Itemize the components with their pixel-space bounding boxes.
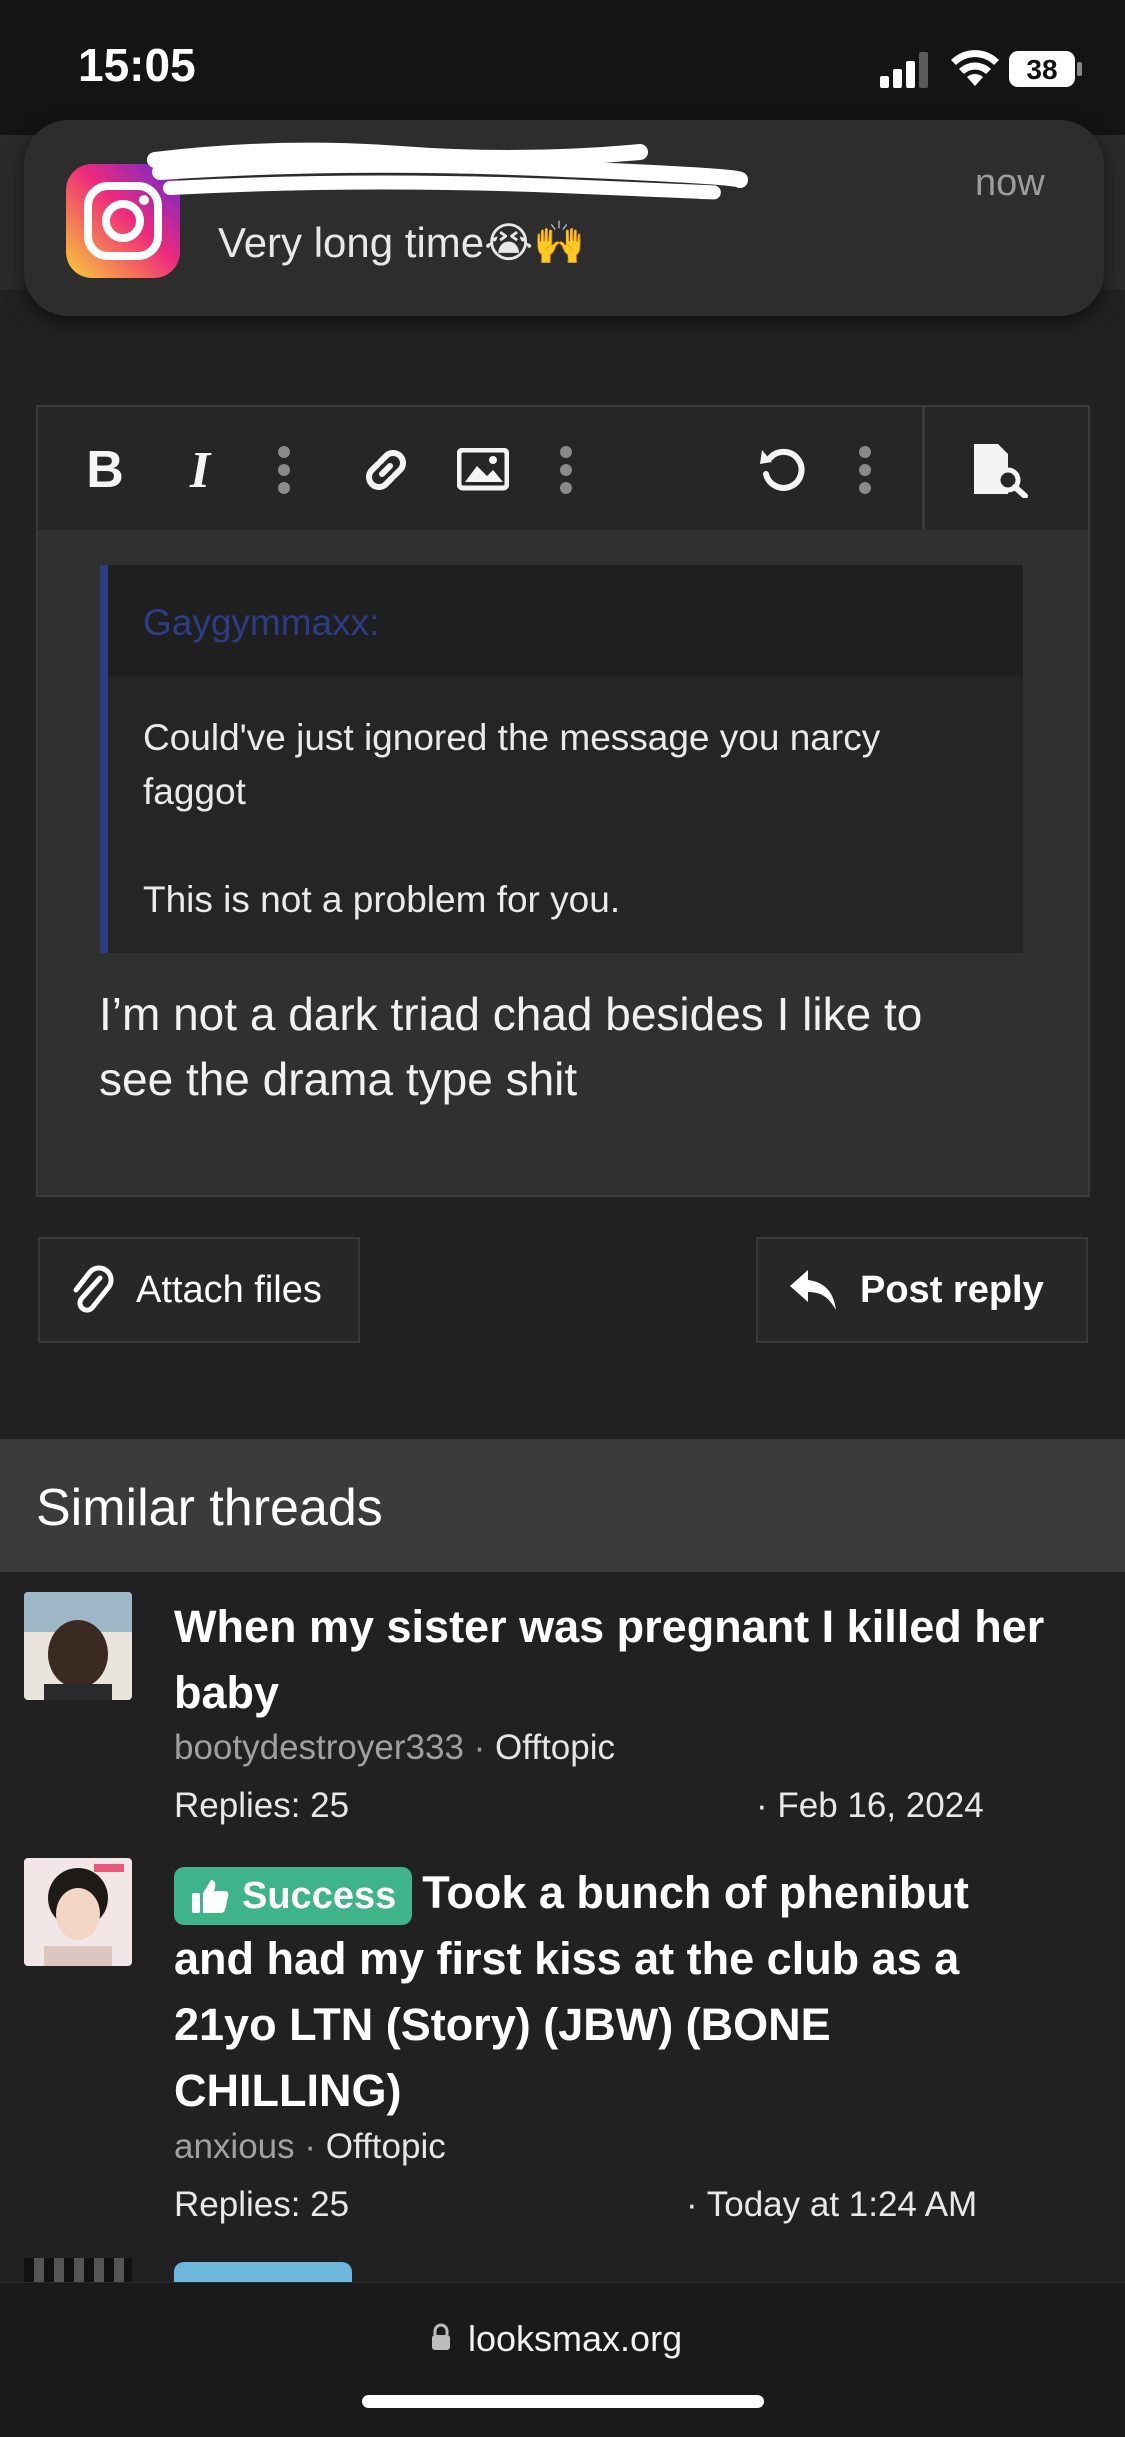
thread-title-line[interactable]: 21yo LTN (Story) (JBW) (BONE [174,1992,1109,2058]
thread-meta: anxious · Offtopic [174,2127,446,2166]
paperclip-icon [73,1265,114,1313]
thread-prefix-badge[interactable] [174,2262,352,2282]
undo-icon[interactable] [752,440,812,500]
battery-icon: 38 [1009,51,1082,87]
thread-author[interactable]: anxious [174,2127,295,2166]
thread-author[interactable]: bootydestroyer333 [174,1728,464,1767]
avatar[interactable] [24,1592,132,1700]
more-options-icon[interactable] [835,440,895,500]
attach-files-button[interactable]: Attach files [38,1237,360,1343]
signal-icon [880,52,928,88]
quote-text-line: Could've just ignored the message you na… [143,717,881,758]
attach-files-label: Attach files [136,1268,322,1311]
thread-title[interactable]: Success Took a bunch of phenibut and had … [174,1860,1109,2124]
reply-arrow-icon [790,1270,836,1310]
thread-forum[interactable]: Offtopic [326,2127,446,2166]
post-reply-label: Post reply [860,1268,1044,1311]
thread-forum[interactable]: Offtopic [495,1728,615,1767]
avatar[interactable] [24,1858,132,1966]
home-indicator[interactable] [362,2395,764,2408]
success-badge[interactable]: Success [174,1867,413,1926]
url-domain[interactable]: looksmax.org [468,2318,682,2360]
thread-date: · Feb 16, 2024 [756,1786,984,1825]
reply-text-line[interactable]: I’m not a dark triad chad besides I like… [99,987,922,1041]
reply-text-line[interactable]: see the drama type shit [99,1052,577,1106]
lock-icon [432,2323,450,2350]
thumbs-up-icon [192,1880,229,1914]
more-options-icon[interactable] [536,440,596,500]
more-options-icon[interactable] [254,440,314,500]
notification-time: now [975,162,1045,204]
bold-button[interactable]: B [75,440,135,500]
quote-text-line: This is not a problem for you. [143,879,621,920]
preview-icon[interactable] [970,440,1030,500]
thread-meta: bootydestroyer333 · Offtopic [174,1728,616,1767]
thread-title[interactable]: When my sister was pregnant I killed her… [174,1594,1109,1726]
thread-title-line[interactable]: When my sister was pregnant I killed her [174,1594,1109,1660]
wifi-icon [951,50,999,86]
thread-title-line[interactable]: CHILLING) [174,2058,1109,2124]
status-time: 15:05 [78,39,196,91]
redaction-scribble [147,142,748,200]
quote-author[interactable]: Gaygymmaxx: [143,602,379,644]
thread-replies: Replies: 25 [174,2185,350,2224]
post-reply-button[interactable]: Post reply [756,1237,1088,1343]
avatar[interactable] [24,2258,132,2282]
notification-message: Very long time😭🙌 [218,219,586,266]
success-badge-label: Success [242,1875,397,1918]
image-icon[interactable] [453,440,513,500]
similar-threads-title: Similar threads [36,1479,383,1537]
toolbar-divider [922,407,925,530]
quote-text-line: faggot [143,771,246,812]
link-icon[interactable] [356,440,416,500]
battery-level: 38 [1026,54,1057,85]
thread-date: · Today at 1:24 AM [686,2185,978,2224]
thread-title-line[interactable]: and had my first kiss at the club as a [174,1926,1109,1992]
thread-replies: Replies: 25 [174,1786,350,1825]
thread-title-line[interactable]: Took a bunch of phenibut [422,1867,969,1918]
italic-button[interactable]: I [170,440,230,500]
thread-title-line[interactable]: baby [174,1660,1109,1726]
